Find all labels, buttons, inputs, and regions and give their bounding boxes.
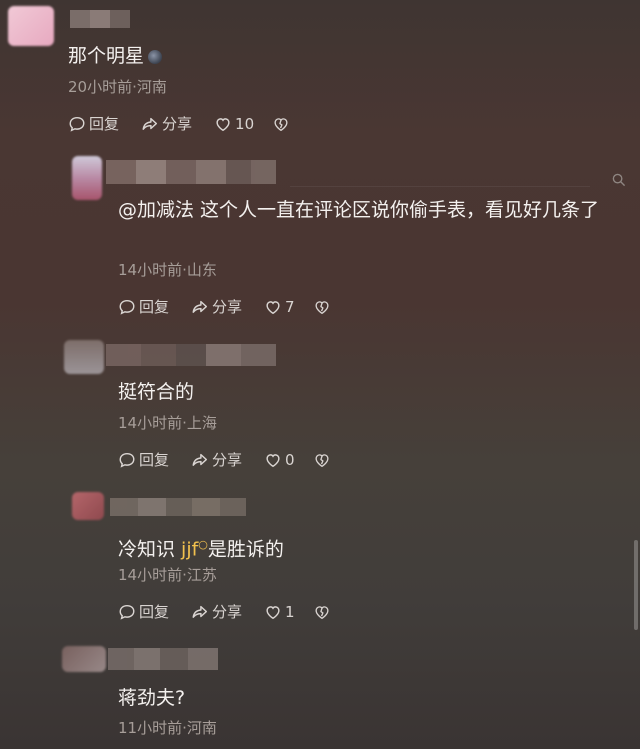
search-hint-icon: ○ (198, 538, 208, 551)
reply-icon (69, 116, 85, 132)
share-label: 分享 (162, 115, 193, 133)
reply-button[interactable]: 回复 (68, 113, 119, 134)
like-button[interactable]: 0 (264, 451, 295, 469)
comment-text: 挺符合的 (118, 381, 195, 403)
share-button[interactable]: 分享 (191, 601, 242, 622)
comment-thread: 那个明星 20小时前·河南 回复 分享 10 @加减法 这个人一直在评论区说你偷… (0, 0, 640, 749)
like-count: 7 (285, 297, 295, 316)
comment-actions: 回复 分享 10 (68, 113, 315, 134)
reply-icon (119, 299, 135, 315)
comment-text: @加减法 这个人一直在评论区说你偷手表，看见好几条了 (118, 199, 600, 221)
share-icon (192, 300, 208, 313)
username-blurred[interactable] (106, 344, 276, 366)
reply-icon (119, 452, 135, 468)
reply-label: 回复 (139, 298, 170, 316)
share-button[interactable]: 分享 (191, 449, 242, 470)
comment-meta: 14小时前·江苏 (118, 566, 217, 584)
comment-actions: 回复 分享 7 (118, 296, 356, 317)
search-icon[interactable] (612, 172, 626, 187)
like-icon (266, 453, 280, 467)
share-label: 分享 (212, 298, 243, 316)
dislike-button[interactable] (313, 451, 334, 469)
dislike-icon (274, 117, 288, 131)
like-count: 1 (285, 602, 295, 621)
avatar[interactable] (72, 156, 102, 200)
comment-meta: 14小时前·山东 (118, 261, 217, 279)
comment-meta: 11小时前·河南 (118, 719, 217, 737)
like-button[interactable]: 1 (264, 603, 295, 621)
reply-button[interactable]: 回复 (118, 601, 169, 622)
share-button[interactable]: 分享 (191, 296, 242, 317)
like-count: 10 (235, 114, 255, 133)
username-blurred[interactable] (106, 160, 276, 184)
like-count: 0 (285, 450, 295, 469)
share-button[interactable]: 分享 (141, 113, 192, 134)
dislike-button[interactable] (313, 298, 334, 316)
avatar[interactable] (72, 492, 104, 520)
reply-button[interactable]: 回复 (118, 296, 169, 317)
dislike-button[interactable] (272, 115, 293, 133)
highlight-link[interactable]: jjf (181, 538, 198, 560)
reply-icon (119, 604, 135, 620)
dislike-icon (315, 605, 329, 619)
username-blurred[interactable] (70, 10, 130, 28)
like-button[interactable]: 7 (264, 298, 295, 316)
like-icon (266, 300, 280, 314)
comment-meta: 20小时前·河南 (68, 78, 167, 96)
comment-text: 蒋劲夫? (118, 687, 186, 709)
comment-actions: 回复 分享 0 (118, 449, 356, 470)
dislike-icon (315, 300, 329, 314)
reply-label: 回复 (139, 603, 170, 621)
comment-meta: 14小时前·上海 (118, 414, 217, 432)
comment-actions: 回复 分享 1 (118, 601, 356, 622)
reply-button[interactable]: 回复 (118, 449, 169, 470)
like-button[interactable]: 10 (214, 115, 254, 133)
dislike-icon (315, 453, 329, 467)
reply-label: 回复 (139, 451, 170, 469)
share-label: 分享 (212, 603, 243, 621)
share-label: 分享 (212, 451, 243, 469)
share-icon (192, 453, 208, 466)
scrollbar-thumb[interactable] (634, 540, 638, 630)
header-divider (290, 186, 590, 187)
share-icon (142, 117, 158, 130)
reply-label: 回复 (89, 115, 120, 133)
dislike-button[interactable] (313, 603, 334, 621)
username-blurred[interactable] (110, 498, 246, 516)
username-blurred[interactable] (108, 648, 218, 670)
comment-text: 冷知识 jjf○是胜诉的 (118, 538, 284, 561)
comment-text: 那个明星 (68, 42, 163, 70)
avatar[interactable] (8, 6, 54, 46)
share-icon (192, 605, 208, 618)
emoji-icon (148, 49, 163, 64)
avatar[interactable] (62, 646, 106, 672)
avatar[interactable] (64, 340, 104, 374)
like-icon (216, 117, 230, 131)
like-icon (266, 605, 280, 619)
